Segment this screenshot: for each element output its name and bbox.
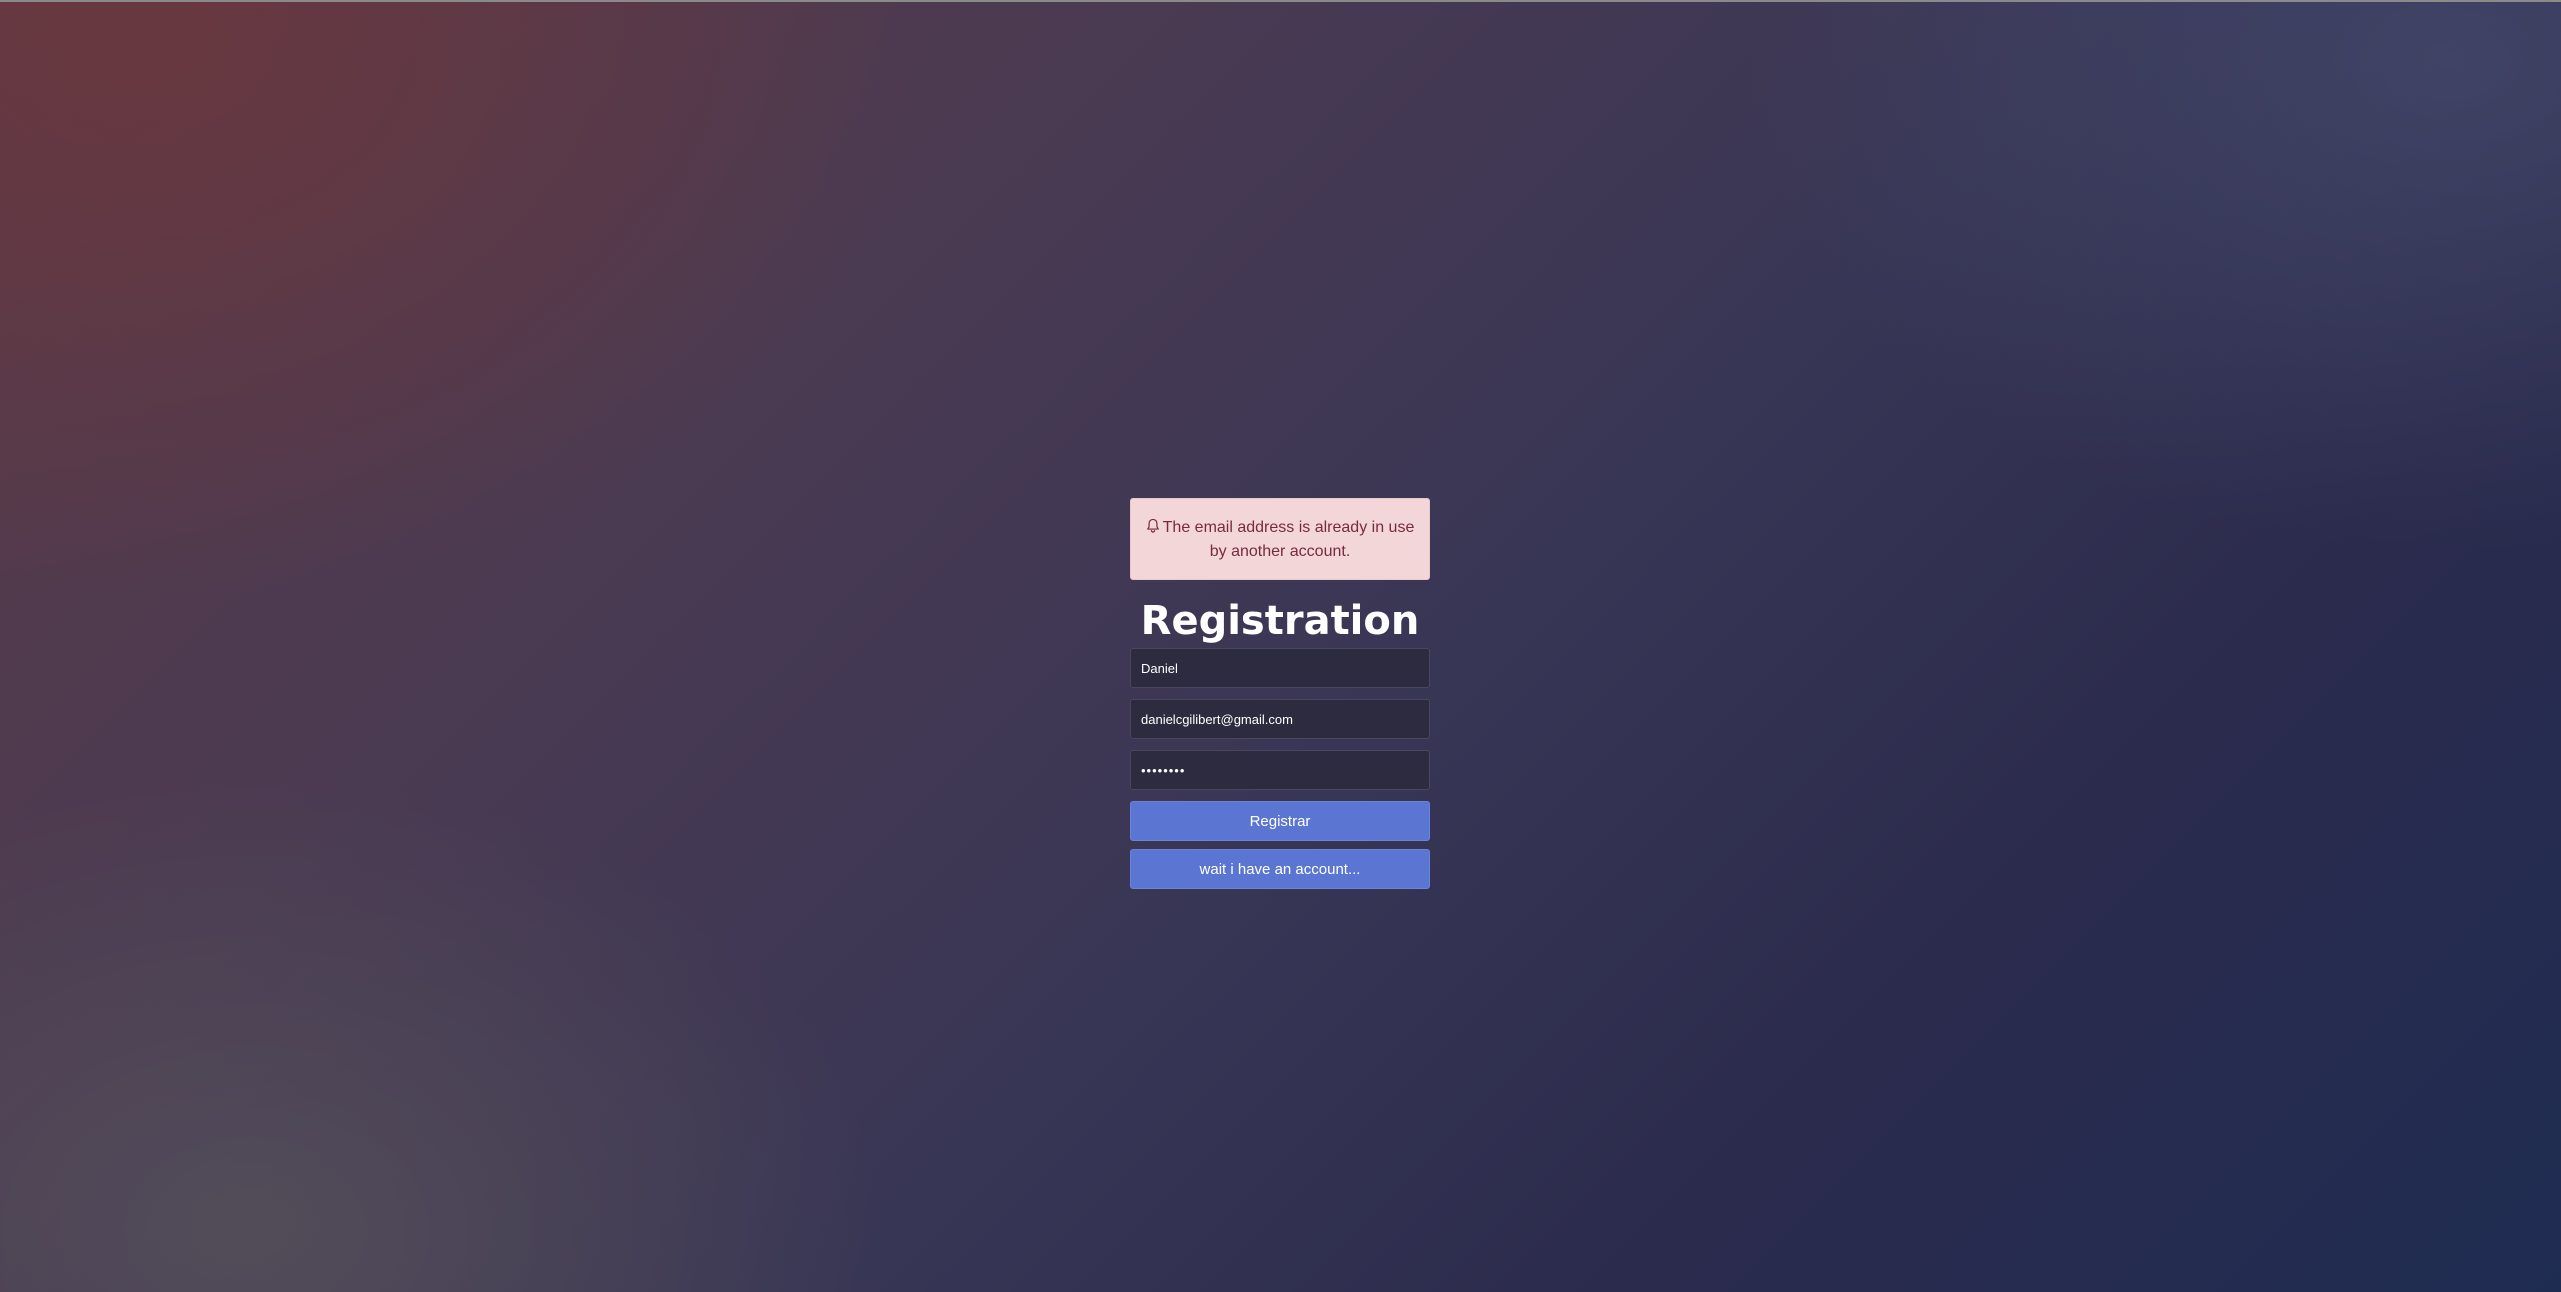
register-button[interactable]: Registrar: [1130, 801, 1430, 841]
bell-icon: [1146, 518, 1159, 533]
have-account-button[interactable]: wait i have an account...: [1130, 849, 1430, 889]
email-input[interactable]: [1130, 699, 1430, 739]
name-input[interactable]: [1130, 648, 1430, 688]
error-alert: The email address is already in use by a…: [1130, 498, 1430, 580]
alert-message: The email address is already in use by a…: [1162, 519, 1415, 560]
registration-panel: The email address is already in use by a…: [1130, 498, 1430, 889]
window-top-border: [0, 0, 2561, 2]
password-input[interactable]: [1130, 750, 1430, 790]
page-title: Registration: [1140, 598, 1420, 644]
